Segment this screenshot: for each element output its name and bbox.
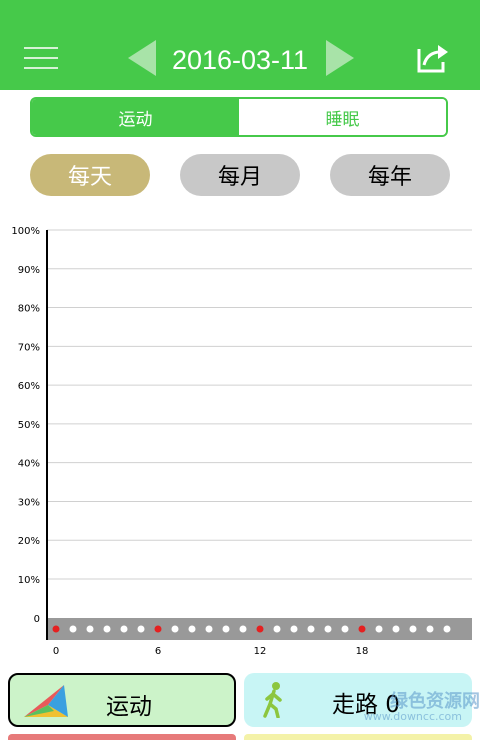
y-tick-label: 40%: [18, 459, 40, 470]
tab-sport[interactable]: 运动: [32, 99, 239, 135]
period-daily-button[interactable]: 每天: [30, 154, 150, 196]
hour-marker-dot: [358, 625, 366, 633]
hour-dot: [426, 625, 434, 633]
hour-dot: [307, 625, 315, 633]
y-tick-label: 80%: [18, 304, 40, 315]
colorful-triangle-icon: [24, 685, 68, 717]
hour-dot: [392, 625, 400, 633]
hour-dot: [239, 625, 247, 633]
y-tick-label: 60%: [18, 381, 40, 392]
hour-dot: [290, 625, 298, 633]
tab-sleep[interactable]: 睡眠: [239, 99, 446, 135]
hour-dot: [86, 625, 94, 633]
hour-marker-dot: [52, 625, 60, 633]
top-bar: 2016-03-11: [0, 0, 480, 90]
hour-dot: [69, 625, 77, 633]
mode-segmented-control: 运动 睡眠: [30, 97, 448, 137]
y-tick-label: 10%: [18, 575, 40, 586]
hour-dot: [324, 625, 332, 633]
sport-category-card[interactable]: 运动: [8, 673, 236, 727]
y-tick-label: 0: [34, 614, 40, 625]
bottom-card-edge-red: [8, 734, 236, 740]
activity-chart: 0 10% 20% 30% 40% 50% 60% 70% 80% 90% 100% 0 6 12 18: [0, 215, 480, 660]
hour-dot: [120, 625, 128, 633]
previous-date-button[interactable]: [128, 40, 158, 76]
hour-dot: [409, 625, 417, 633]
date-title: 2016-03-11: [171, 45, 309, 75]
bottom-card-edge-yellow: [244, 734, 472, 740]
hour-marker-dot: [256, 625, 264, 633]
y-tick-label: 90%: [18, 265, 40, 276]
period-yearly-button[interactable]: 每年: [330, 154, 450, 196]
walk-card-label: 走路 0: [332, 692, 400, 718]
y-tick-label: 30%: [18, 497, 40, 508]
hour-dot: [273, 625, 281, 633]
activity-chart-svg: 0 10% 20% 30% 40% 50% 60% 70% 80% 90% 100% 0 6 12 18: [11, 226, 472, 657]
hour-dot: [443, 625, 451, 633]
x-tick-label: 0: [53, 646, 59, 657]
walk-category-card[interactable]: 走路 0: [244, 673, 472, 727]
x-tick-label: 12: [254, 646, 267, 657]
hour-dot: [222, 625, 230, 633]
y-tick-label: 70%: [18, 342, 40, 353]
y-tick-label: 20%: [18, 536, 40, 547]
hour-dot: [103, 625, 111, 633]
next-date-button[interactable]: [324, 40, 354, 76]
triangle-right-icon: [326, 40, 354, 76]
period-monthly-button[interactable]: 每月: [180, 154, 300, 196]
share-button[interactable]: [416, 43, 450, 73]
hour-dot: [188, 625, 196, 633]
hour-dot: [341, 625, 349, 633]
sport-card-label: 运动: [106, 694, 152, 720]
hour-marker-dot: [154, 625, 162, 633]
triangle-left-icon: [128, 40, 156, 76]
y-tick-label: 50%: [18, 420, 40, 431]
x-tick-label: 18: [356, 646, 369, 657]
walking-person-icon: [263, 682, 282, 718]
hour-dot: [137, 625, 145, 633]
hamburger-menu-icon[interactable]: [24, 47, 58, 73]
x-tick-label: 6: [155, 646, 161, 657]
hour-dot: [171, 625, 179, 633]
share-export-icon: [417, 45, 448, 73]
y-tick-label: 100%: [11, 226, 40, 237]
hour-dot: [205, 625, 213, 633]
hour-dot: [375, 625, 383, 633]
